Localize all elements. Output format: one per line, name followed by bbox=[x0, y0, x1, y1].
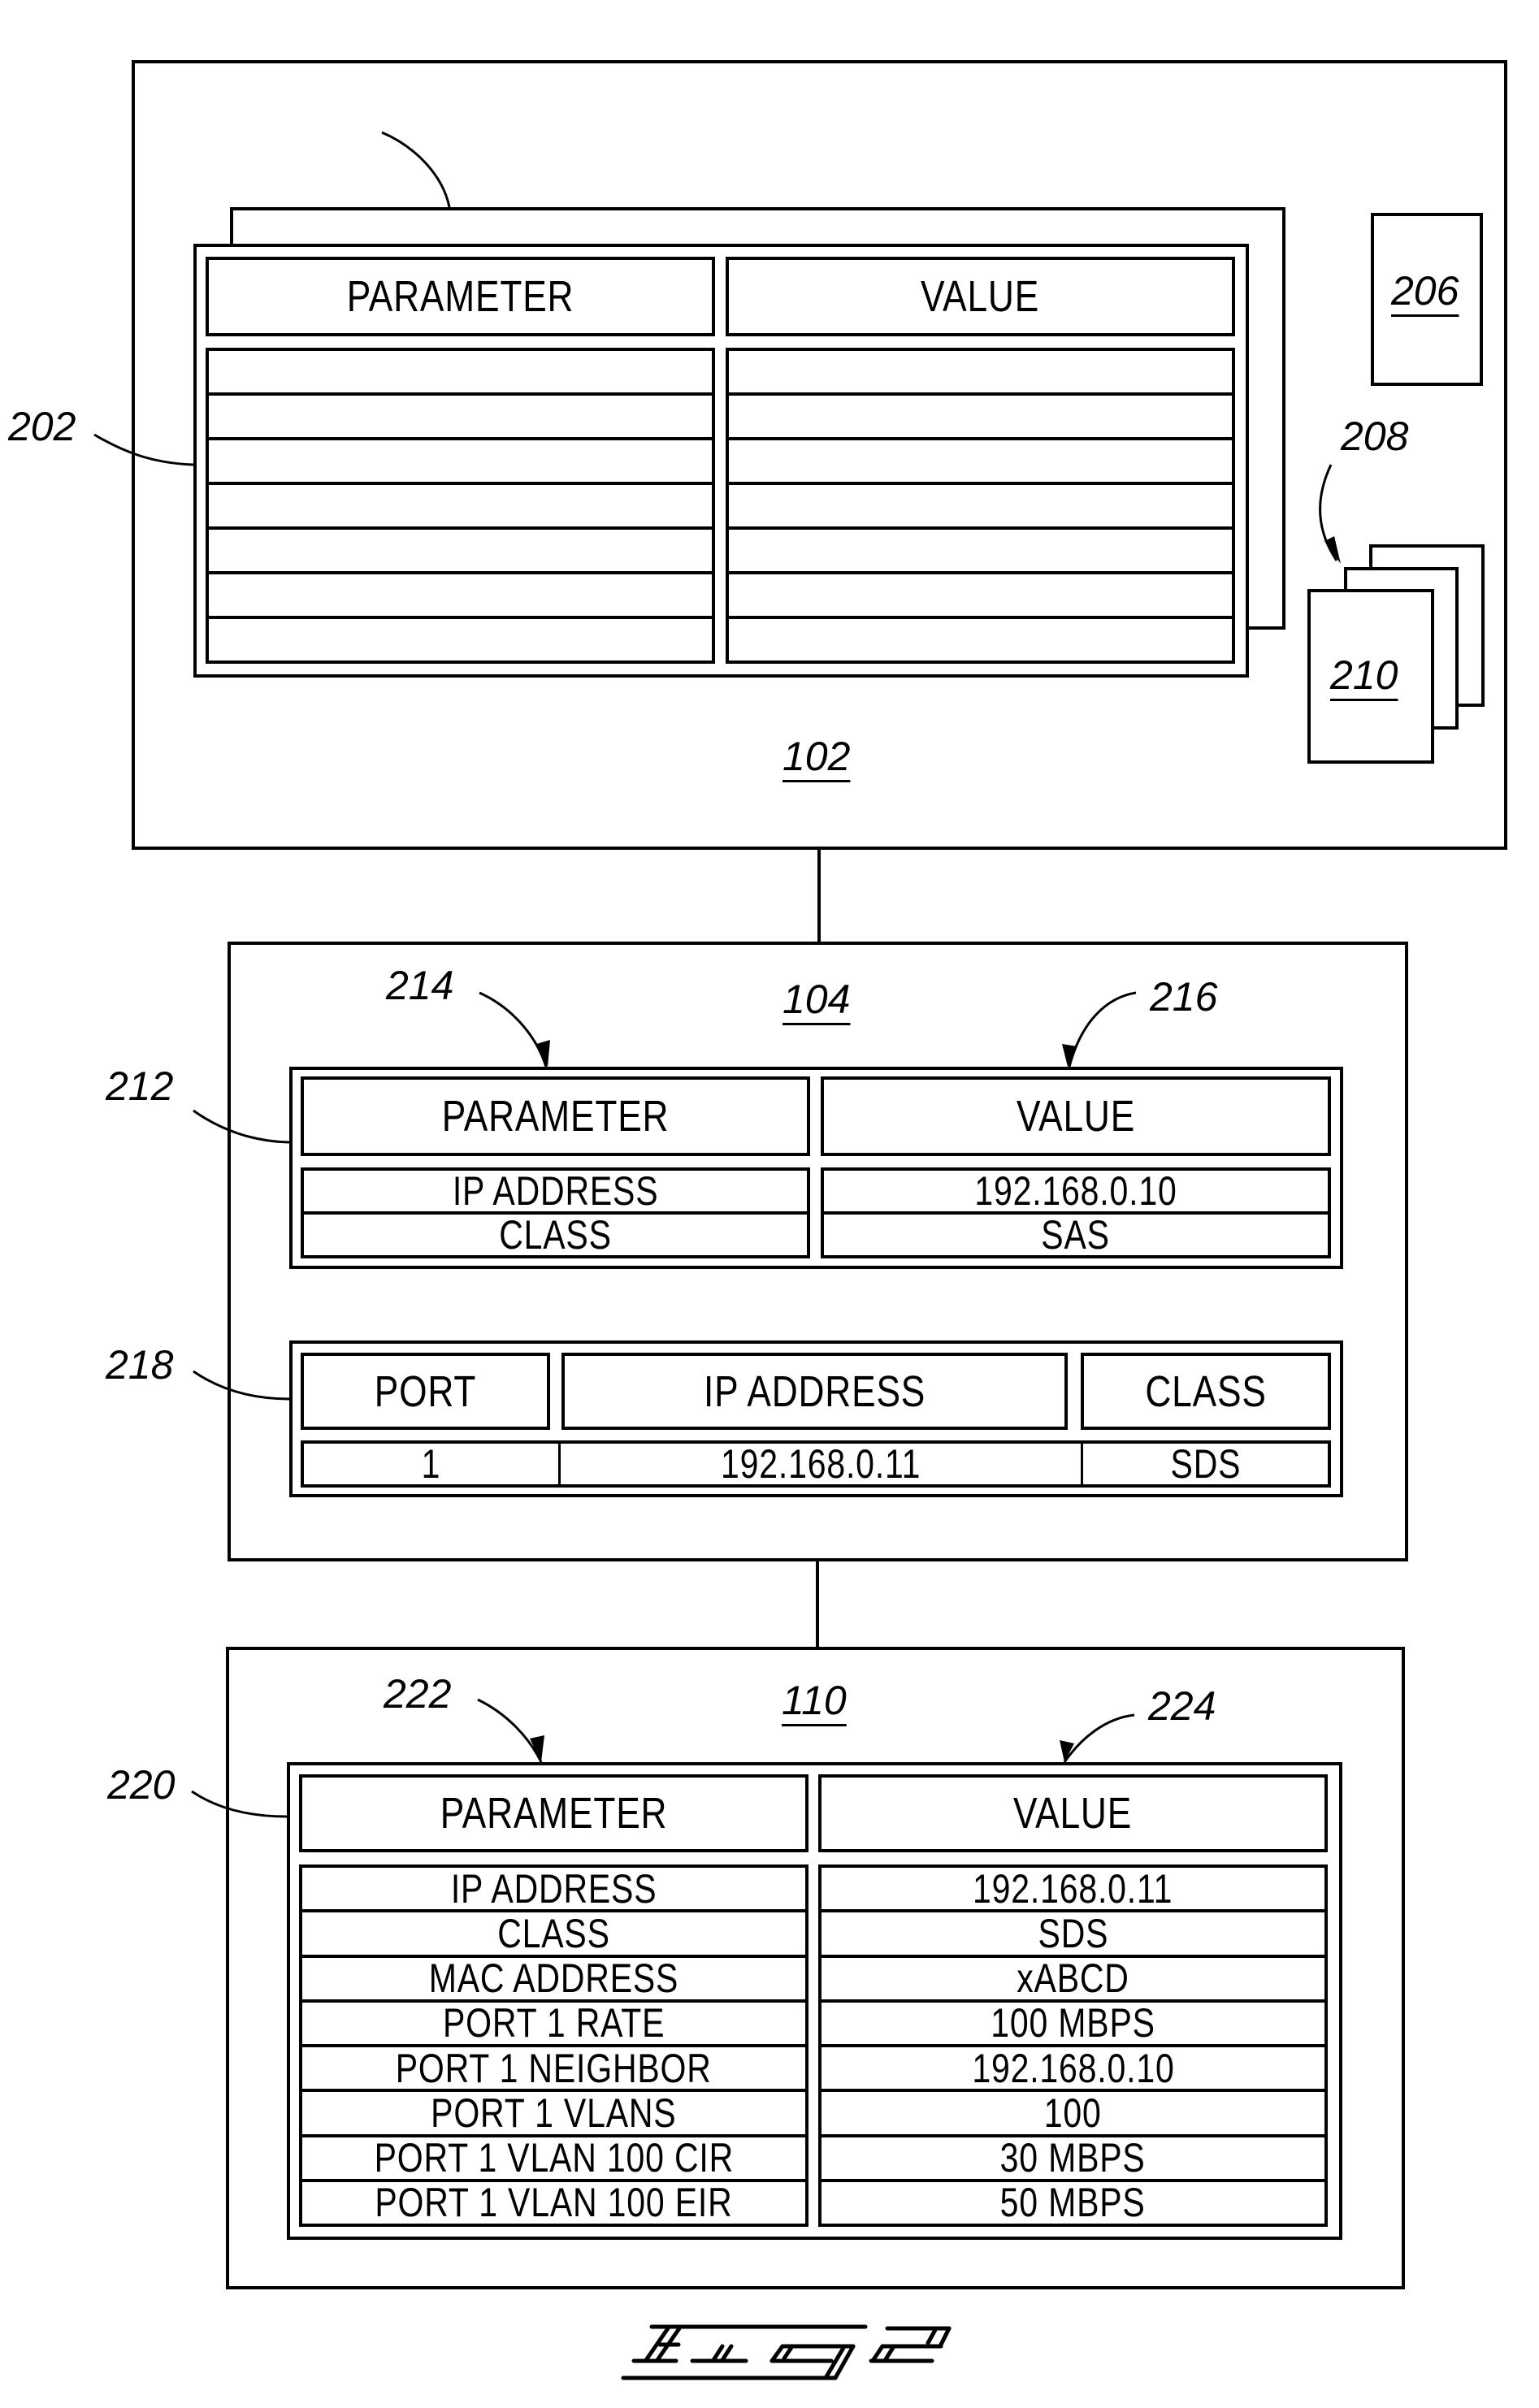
table-218-header-class: CLASS bbox=[1081, 1353, 1331, 1430]
table-212-row-ip-address-parameter: IP ADDRESS bbox=[304, 1171, 807, 1215]
table-218-header-ip-address: IP ADDRESS bbox=[561, 1353, 1068, 1430]
ref-label-224: 224 bbox=[1148, 1683, 1216, 1729]
table-212-row-class-value: SAS bbox=[1041, 1215, 1111, 1255]
table-212-row-class-parameter: CLASS bbox=[499, 1215, 612, 1255]
table-220-row-parameter: PORT 1 VLANS bbox=[302, 2092, 805, 2137]
table-218-cell-ip-address: 192.168.0.11 bbox=[561, 1444, 1083, 1484]
table-202-row bbox=[209, 574, 712, 619]
table-220-row-parameter: PORT 1 VLAN 100 EIR bbox=[375, 2181, 733, 2224]
table-220-row-parameter: PORT 1 VLAN 100 CIR bbox=[302, 2137, 805, 2182]
table-220-row-value: 192.168.0.11 bbox=[822, 1868, 1324, 1913]
table-212-header-parameter: PARAMETER bbox=[301, 1076, 810, 1156]
table-220-row-value: 100 MBPS bbox=[822, 2003, 1324, 2047]
table-220-row-value: xABCD bbox=[822, 1958, 1324, 2003]
table-202-row bbox=[209, 440, 712, 485]
figure-caption-fig2-icon bbox=[621, 2324, 952, 2380]
ref-label-110: 110 bbox=[782, 1678, 847, 1723]
table-220-row-parameter: PORT 1 RATE bbox=[302, 2003, 805, 2047]
table-218-header-port: PORT bbox=[301, 1353, 550, 1430]
table-212-parameter-column: IP ADDRESS CLASS bbox=[301, 1167, 810, 1258]
table-218-cell-port: 1 bbox=[304, 1444, 561, 1484]
table-218-row: 1 192.168.0.11 SDS bbox=[301, 1440, 1331, 1488]
table-220-row-parameter: IP ADDRESS bbox=[302, 1868, 805, 1913]
ref-label-220: 220 bbox=[107, 1762, 176, 1808]
ref-label-102: 102 bbox=[783, 734, 851, 779]
table-202-row bbox=[209, 619, 712, 660]
table-202-row bbox=[209, 396, 712, 440]
table-202-value-column bbox=[726, 348, 1235, 664]
ref-label-212: 212 bbox=[106, 1063, 174, 1109]
table-220-row-parameter: MAC ADDRESS bbox=[302, 1958, 805, 2003]
table-220-row-value: SDS bbox=[822, 1912, 1324, 1958]
ref-label-216: 216 bbox=[1150, 974, 1218, 1020]
table-202-row bbox=[729, 351, 1232, 396]
table-212-value-column: 192.168.0.10 SAS bbox=[821, 1167, 1331, 1258]
table-202-parameter-column bbox=[206, 348, 715, 664]
table-220-row-parameter: PORT 1 NEIGHBOR bbox=[302, 2047, 805, 2093]
table-202-row bbox=[209, 485, 712, 530]
table-220-value-column: 192.168.0.11 SDS xABCD 100 MBPS 192.168.… bbox=[818, 1864, 1328, 2227]
table-220-header-value: VALUE bbox=[818, 1774, 1328, 1852]
table-202-row bbox=[209, 351, 712, 396]
table-202-row bbox=[729, 619, 1232, 660]
table-202-row bbox=[729, 574, 1232, 619]
table-202-header-parameter: PARAMETER bbox=[206, 257, 715, 336]
ref-label-208: 208 bbox=[1341, 414, 1409, 459]
table-220-row-value: 192.168.0.10 bbox=[822, 2047, 1324, 2093]
ref-label-214: 214 bbox=[386, 963, 454, 1008]
table-202-row bbox=[729, 485, 1232, 530]
table-220-row-value: 30 MBPS bbox=[822, 2137, 1324, 2182]
ref-label-222: 222 bbox=[384, 1671, 452, 1717]
table-202-row bbox=[729, 396, 1232, 440]
table-202-row bbox=[729, 440, 1232, 485]
ref-label-202: 202 bbox=[8, 404, 76, 449]
table-220-parameter-column: IP ADDRESS CLASS MAC ADDRESS PORT 1 RATE… bbox=[299, 1864, 809, 2227]
table-212-row-ip-address-value: 192.168.0.10 bbox=[824, 1171, 1328, 1215]
table-220-row-value: 100 bbox=[822, 2092, 1324, 2137]
ref-label-218: 218 bbox=[106, 1342, 174, 1388]
table-218-cell-class: SDS bbox=[1170, 1444, 1241, 1484]
table-202-row bbox=[209, 530, 712, 574]
table-220-row-parameter: CLASS bbox=[302, 1912, 805, 1958]
table-220-header-parameter: PARAMETER bbox=[299, 1774, 809, 1852]
table-202-header-value: VALUE bbox=[726, 257, 1235, 336]
ref-label-104: 104 bbox=[783, 977, 851, 1022]
ref-label-206: 206 bbox=[1391, 268, 1459, 314]
table-212-header-value: VALUE bbox=[821, 1076, 1331, 1156]
table-202-row bbox=[729, 530, 1232, 574]
ref-label-210: 210 bbox=[1330, 652, 1398, 698]
table-220-row-value: 50 MBPS bbox=[1000, 2181, 1146, 2224]
